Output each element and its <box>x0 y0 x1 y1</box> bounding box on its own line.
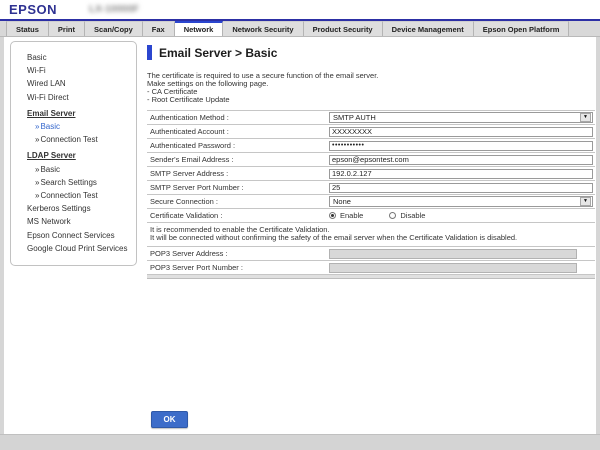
network-sidebar: Basic Wi-Fi Wired LAN Wi-Fi Direct Email… <box>10 41 137 266</box>
secure-connection-select[interactable]: None ▼ <box>329 196 593 207</box>
radio-label: Enable <box>340 211 363 220</box>
sidebar-item-epson-connect-services[interactable]: Epson Connect Services <box>11 228 136 241</box>
selected-value: None <box>333 197 351 206</box>
tab-network[interactable]: Network <box>175 21 224 36</box>
certificate-validation-disable-radio[interactable]: Disable <box>389 211 425 220</box>
sidebar-item-basic[interactable]: Basic <box>11 51 136 64</box>
form-row-smtp-port: SMTP Server Port Number : <box>147 181 595 195</box>
authenticated-account-input[interactable] <box>329 127 593 137</box>
sidebar-item-wifi[interactable]: Wi-Fi <box>11 64 136 77</box>
authenticated-password-input[interactable] <box>329 141 593 151</box>
description-line: - Root Certificate Update <box>147 96 595 104</box>
field-label: POP3 Server Address : <box>147 249 327 258</box>
field-label: Authenticated Account : <box>147 127 327 136</box>
radio-button-icon[interactable] <box>329 212 336 219</box>
tab-product-security[interactable]: Product Security <box>304 21 383 36</box>
field-label: Authentication Method : <box>147 113 327 122</box>
page-description: The certificate is required to use a sec… <box>147 72 595 104</box>
sidebar-item-wired-lan[interactable]: Wired LAN <box>11 77 136 90</box>
form-row-authentication-method: Authentication Method : SMTP AUTH ▼ <box>147 111 595 125</box>
form-row-authenticated-password: Authenticated Password : <box>147 139 595 153</box>
epson-logo: EPSON <box>9 2 57 17</box>
page-title-row: Email Server > Basic <box>147 45 595 60</box>
smtp-server-address-input[interactable] <box>329 169 593 179</box>
sidebar-item-ldap-search-settings[interactable]: Search Settings <box>11 176 136 189</box>
description-line: Make settings on the following page. <box>147 80 595 88</box>
smtp-port-input[interactable] <box>329 183 593 193</box>
form-bottom-strip <box>147 275 595 279</box>
form-row-secure-connection: Secure Connection : None ▼ <box>147 195 595 209</box>
email-server-form: Authentication Method : SMTP AUTH ▼ Auth… <box>147 110 595 279</box>
printer-model-name: LX-10000F <box>89 4 139 15</box>
certificate-validation-enable-radio[interactable]: Enable <box>329 211 363 220</box>
sidebar-item-ldap-connection-test[interactable]: Connection Test <box>11 189 136 202</box>
page-title: Email Server > Basic <box>159 46 277 60</box>
sidebar-item-ldap-basic[interactable]: Basic <box>11 163 136 176</box>
sidebar-item-email-server-connection-test[interactable]: Connection Test <box>11 133 136 146</box>
authentication-method-select[interactable]: SMTP AUTH ▼ <box>329 112 593 123</box>
sidebar-item-kerberos-settings[interactable]: Kerberos Settings <box>11 202 136 215</box>
form-row-certificate-validation: Certificate Validation : Enable Disable <box>147 209 595 223</box>
main-content: Email Server > Basic The certificate is … <box>147 37 595 434</box>
pop3-server-address-input <box>329 249 577 259</box>
main-tab-bar: Status Print Scan/Copy Fax Network Netwo… <box>0 21 600 37</box>
title-accent-bar <box>147 45 152 60</box>
sidebar-item-wifi-direct[interactable]: Wi-Fi Direct <box>11 91 136 104</box>
chevron-down-icon[interactable]: ▼ <box>580 197 591 206</box>
form-row-sender-email: Sender's Email Address : <box>147 153 595 167</box>
radio-label: Disable <box>400 211 425 220</box>
webconfig-window: EPSON LX-10000F Status Print Scan/Copy F… <box>0 0 600 450</box>
field-label: Sender's Email Address : <box>147 155 327 164</box>
form-row-smtp-server-address: SMTP Server Address : <box>147 167 595 181</box>
selected-value: SMTP AUTH <box>333 113 376 122</box>
form-row-pop3-server-address: POP3 Server Address : <box>147 247 595 261</box>
sidebar-item-email-server-basic[interactable]: Basic <box>11 120 136 133</box>
form-row-authenticated-account: Authenticated Account : <box>147 125 595 139</box>
tab-scan-copy[interactable]: Scan/Copy <box>85 21 143 36</box>
app-header: EPSON LX-10000F <box>0 0 600 19</box>
field-label: Secure Connection : <box>147 197 327 206</box>
tab-status[interactable]: Status <box>6 21 49 36</box>
note-line: It will be connected without confirming … <box>150 234 593 243</box>
sidebar-group-ldap-server[interactable]: LDAP Server <box>11 149 136 162</box>
radio-button-icon[interactable] <box>389 212 396 219</box>
page-footer <box>0 434 600 450</box>
tab-network-security[interactable]: Network Security <box>223 21 303 36</box>
sidebar-item-ms-network[interactable]: MS Network <box>11 215 136 228</box>
sidebar-item-google-cloud-print-services[interactable]: Google Cloud Print Services <box>11 242 136 255</box>
field-label: Certificate Validation : <box>147 211 327 220</box>
certificate-validation-note: It is recommended to enable the Certific… <box>147 223 595 247</box>
field-label: SMTP Server Address : <box>147 169 327 178</box>
form-row-pop3-port: POP3 Server Port Number : <box>147 261 595 275</box>
chevron-down-icon[interactable]: ▼ <box>580 113 591 122</box>
sender-email-input[interactable] <box>329 155 593 165</box>
page-body: Basic Wi-Fi Wired LAN Wi-Fi Direct Email… <box>4 37 596 434</box>
tab-device-management[interactable]: Device Management <box>383 21 474 36</box>
field-label: SMTP Server Port Number : <box>147 183 327 192</box>
tab-epson-open-platform[interactable]: Epson Open Platform <box>474 21 570 36</box>
tab-print[interactable]: Print <box>49 21 85 36</box>
ok-button[interactable]: OK <box>151 411 188 428</box>
sidebar-group-email-server[interactable]: Email Server <box>11 107 136 120</box>
pop3-port-input <box>329 263 577 273</box>
tab-fax[interactable]: Fax <box>143 21 175 36</box>
field-label: Authenticated Password : <box>147 141 327 150</box>
field-label: POP3 Server Port Number : <box>147 263 327 272</box>
